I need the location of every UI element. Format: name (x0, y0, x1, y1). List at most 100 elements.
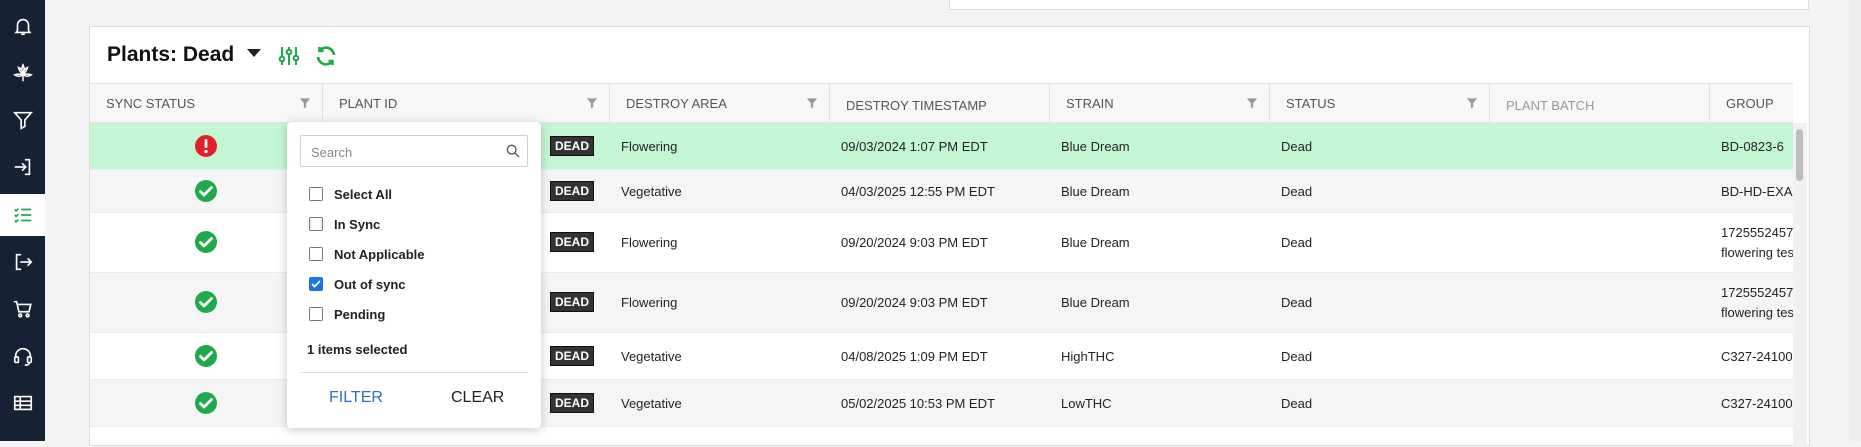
strain-cell: Blue Dream (1061, 295, 1130, 310)
column-header-label: DESTROY AREA (626, 96, 727, 111)
bell-icon[interactable] (7, 10, 39, 42)
dead-badge: DEAD (550, 393, 594, 413)
column-header-label: STRAIN (1066, 96, 1114, 111)
column-header-label: GROUP (1726, 96, 1774, 111)
destroy-timestamp-cell: 09/20/2024 9:03 PM EDT (841, 235, 988, 250)
scrollbar-thumb[interactable] (1796, 129, 1803, 181)
sync-status-filter-popup: Search Select All In Sync Not Applicable Ou… (287, 122, 541, 428)
destroy-area-cell: Flowering (621, 235, 678, 250)
group-cell: BD-HD-EXAM (1721, 184, 1793, 199)
destroy-area-cell: Vegetative (621, 349, 682, 364)
chevron-down-icon[interactable] (247, 49, 261, 57)
checkbox[interactable] (309, 247, 323, 261)
checkmark-icon (311, 280, 321, 288)
column-filter-icon[interactable] (1465, 96, 1479, 110)
column-filter-icon[interactable] (805, 96, 819, 110)
card-header: Plants: Dead (90, 27, 1809, 83)
group-cell: flowering tes (1721, 245, 1793, 260)
error-status-icon (195, 135, 217, 157)
funnel-icon[interactable] (7, 104, 39, 136)
cart-icon[interactable] (7, 293, 39, 325)
strain-cell: HighTHC (1061, 349, 1115, 364)
settings-sliders-icon[interactable] (277, 44, 301, 68)
filter-option[interactable]: Not Applicable (309, 244, 425, 264)
checkbox[interactable] (309, 187, 323, 201)
dead-badge: DEAD (550, 292, 594, 312)
dead-badge: DEAD (550, 181, 594, 201)
destroy-area-cell: Flowering (621, 295, 678, 310)
table-header: SYNC STATUS PLANT ID DESTROY AREA DESTRO… (90, 83, 1793, 123)
destroy-timestamp-cell: 09/03/2024 1:07 PM EDT (841, 139, 988, 154)
filter-option[interactable]: In Sync (309, 214, 380, 234)
destroy-timestamp-cell: 04/08/2025 1:09 PM EDT (841, 349, 988, 364)
top-panel (949, 0, 1809, 10)
column-filter-icon[interactable] (1245, 96, 1259, 110)
column-header-label: SYNC STATUS (106, 96, 196, 111)
status-cell: Dead (1281, 184, 1313, 199)
group-cell: 1725552457 (1721, 285, 1793, 300)
status-cell: Dead (1281, 295, 1313, 310)
clear-button[interactable]: CLEAR (451, 389, 504, 407)
status-cell: Dead (1281, 139, 1313, 154)
destroy-timestamp-cell: 05/02/2025 10:53 PM EDT (841, 396, 995, 411)
column-header-label: DESTROY TIMESTAMP (846, 98, 987, 113)
task-list-icon[interactable] (0, 194, 45, 236)
column-header-status[interactable]: STATUS (1270, 84, 1490, 123)
page-title[interactable]: Plants: Dead (107, 43, 234, 67)
group-cell: C327-241003 (1721, 349, 1793, 364)
sign-in-icon[interactable] (7, 151, 39, 183)
column-header-destroy-timestamp[interactable]: DESTROY TIMESTAMP (830, 84, 1050, 123)
filter-option-label: Out of sync (334, 276, 406, 292)
dead-badge: DEAD (550, 136, 594, 156)
column-header-label: PLANT ID (339, 96, 398, 111)
check-circle-icon (195, 345, 217, 367)
check-circle-icon (195, 392, 217, 414)
refresh-icon[interactable] (314, 44, 338, 68)
strain-cell: LowTHC (1061, 396, 1112, 411)
dead-badge: DEAD (550, 232, 594, 252)
column-filter-icon[interactable] (298, 96, 312, 110)
sidebar-nav (0, 0, 45, 441)
group-cell: BD-0823-6 (1721, 139, 1784, 154)
filter-option-label: Select All (334, 186, 393, 202)
column-header-destroy-area[interactable]: DESTROY AREA (610, 84, 830, 123)
filter-search-input[interactable]: Search (300, 135, 528, 167)
filter-button[interactable]: FILTER (329, 389, 383, 407)
group-cell: C327-241003 (1721, 396, 1793, 411)
checkbox-checked[interactable] (309, 277, 323, 291)
strain-cell: Blue Dream (1061, 184, 1130, 199)
filter-option-label: Pending (334, 306, 386, 322)
destroy-timestamp-cell: 04/03/2025 12:55 PM EDT (841, 184, 995, 199)
cannabis-leaf-icon[interactable] (7, 57, 39, 89)
filter-option[interactable]: Out of sync (309, 274, 406, 294)
filter-option-label: Not Applicable (334, 246, 425, 262)
column-header-plant-id[interactable]: PLANT ID (323, 84, 610, 123)
strain-cell: Blue Dream (1061, 139, 1130, 154)
strain-cell: Blue Dream (1061, 235, 1130, 250)
filter-option[interactable]: Pending (309, 304, 385, 324)
table-icon[interactable] (7, 387, 39, 419)
search-icon (506, 144, 520, 158)
status-cell: Dead (1281, 396, 1313, 411)
selected-count: 1 items selected (307, 342, 408, 357)
column-header-strain[interactable]: STRAIN (1050, 84, 1270, 123)
column-filter-icon[interactable] (585, 96, 599, 110)
divider (300, 372, 528, 373)
checkbox[interactable] (309, 217, 323, 231)
column-header-group[interactable]: GROUP (1710, 84, 1793, 123)
checkbox[interactable] (309, 307, 323, 321)
sign-out-icon[interactable] (7, 246, 39, 278)
group-cell: flowering tes (1721, 305, 1793, 320)
page-scroll-track[interactable] (1849, 0, 1861, 441)
destroy-area-cell: Flowering (621, 139, 678, 154)
filter-option[interactable]: Select All (309, 184, 392, 204)
headset-icon[interactable] (7, 340, 39, 372)
status-cell: Dead (1281, 235, 1313, 250)
column-header-label: STATUS (1286, 96, 1336, 111)
table-scrollbar[interactable] (1793, 123, 1807, 447)
column-header-plant-batch[interactable]: PLANT BATCH (1490, 84, 1710, 123)
filter-option-label: In Sync (334, 216, 381, 232)
dead-badge: DEAD (550, 346, 594, 366)
column-header-sync-status[interactable]: SYNC STATUS (90, 84, 323, 123)
destroy-area-cell: Vegetative (621, 396, 682, 411)
